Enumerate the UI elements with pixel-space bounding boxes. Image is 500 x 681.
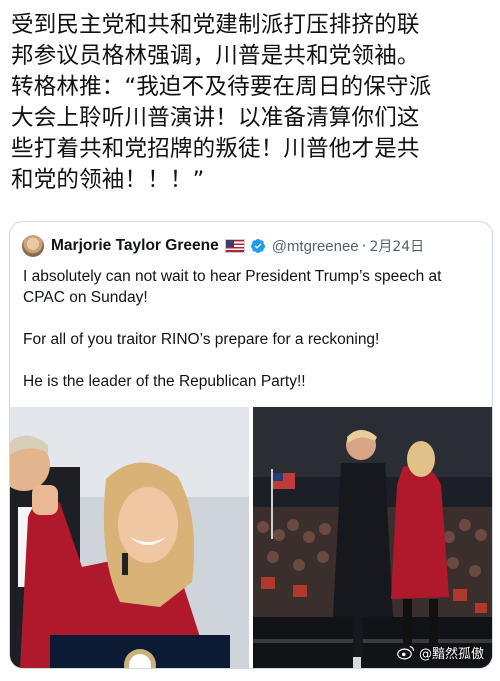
photo-right-illustration [253, 407, 492, 668]
author-handle[interactable]: @mtgreenee [272, 238, 359, 255]
tweet-paragraph: I absolutely can not wait to hear Presid… [23, 268, 442, 306]
weibo-watermark: @黯然孤傲 [397, 643, 484, 662]
us-flag-icon [224, 239, 245, 253]
watermark-text: @黯然孤傲 [418, 647, 484, 662]
verified-badge-icon [250, 239, 265, 253]
tweet-date[interactable]: 2月24日 [369, 236, 424, 256]
post-text: 受到民主党和共和党建制派打压排挤的联 邦参议员格林强调，川普是共和党领袖。 转格… [11, 12, 432, 193]
media-photo-rally-fist[interactable] [10, 407, 249, 668]
header-separator: · [361, 237, 367, 255]
author-name[interactable]: Marjorie Taylor Greene [51, 237, 219, 255]
tweet-paragraph: He is the leader of the Republican Party… [23, 373, 306, 390]
tweet-media: @黯然孤傲 [10, 407, 492, 668]
media-photo-stage-night[interactable]: @黯然孤傲 [253, 407, 492, 668]
author-avatar[interactable] [22, 235, 44, 257]
quoted-tweet-body: I absolutely can not wait to hear Presid… [23, 266, 483, 413]
quoted-tweet-header: Marjorie Taylor Greene @mtgreenee · 2月24… [22, 235, 424, 257]
tweet-paragraph: For all of you traitor RINO’s prepare fo… [23, 331, 380, 348]
weibo-icon [397, 645, 415, 660]
photo-left-illustration [10, 407, 249, 668]
quoted-tweet-card[interactable]: Marjorie Taylor Greene @mtgreenee · 2月24… [9, 221, 493, 669]
